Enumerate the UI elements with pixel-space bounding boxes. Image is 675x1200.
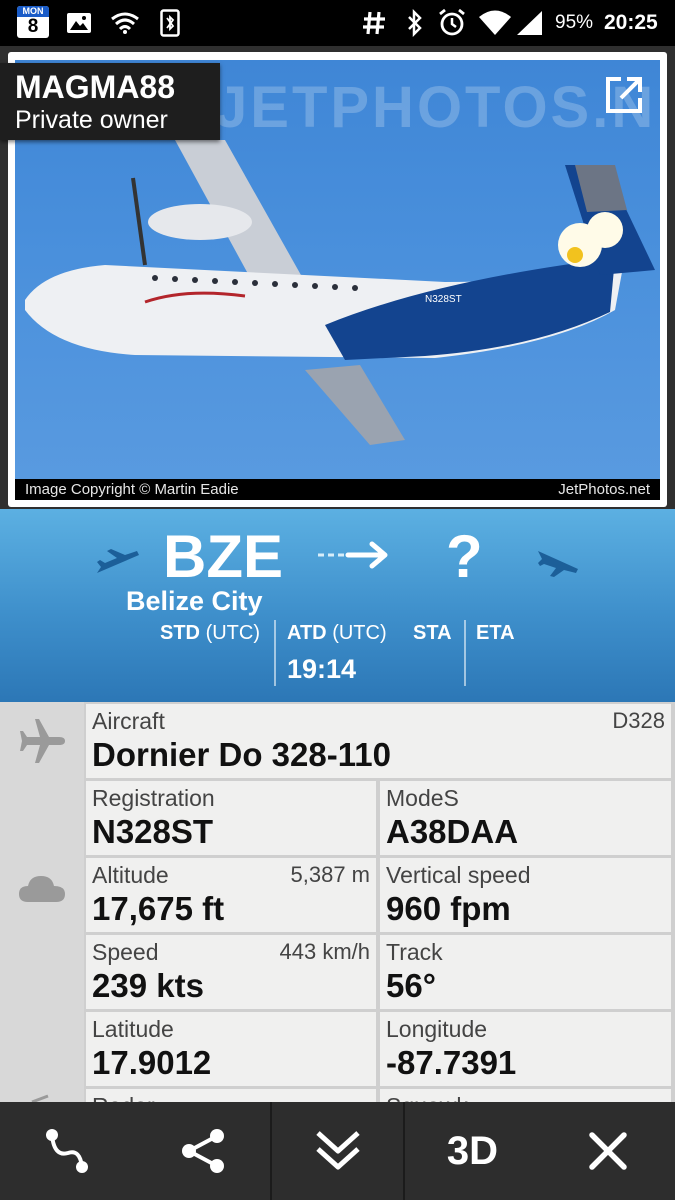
radar-icon [31,1094,49,1102]
registration-cell[interactable]: Registration N328ST [86,781,376,855]
route-arrow-icon [318,541,388,569]
svg-text:N328ST: N328ST [425,294,462,305]
squawk-label: Squawk [386,1093,468,1102]
callsign-badge: MAGMA88 Private owner [0,63,220,140]
bluetooth-icon [402,0,428,46]
image-icon [64,0,94,46]
route-banner: BZE ? Belize City STD (UTC) ATD (UTC) 19… [0,509,675,702]
expand-button[interactable] [272,1102,403,1200]
vertical-speed-value: 960 fpm [386,890,511,927]
atd-utc: (UTC) [332,622,387,644]
clock: 20:25 [604,11,658,34]
latitude-label: Latitude [92,1016,174,1042]
flight-details-panel[interactable]: Aircraft D328 Dornier Do 328-110 Registr… [0,702,675,1102]
radar-cell[interactable]: Radar [86,1089,376,1102]
share-button[interactable] [135,1102,270,1200]
altitude-metric: 5,387 m [290,862,371,887]
aircraft-cell[interactable]: Aircraft D328 Dornier Do 328-110 [86,704,671,778]
aircraft-label: Aircraft [92,708,165,734]
std-label-text: STD [160,622,200,644]
altitude-value: 17,675 ft [92,890,225,927]
vertical-speed-cell[interactable]: Vertical speed 960 fpm [380,858,671,932]
owner-label: Private owner [15,106,168,134]
longitude-cell[interactable]: Longitude -87.7391 [380,1012,671,1086]
aircraft-type-code: D328 [612,708,665,733]
open-external-icon[interactable] [603,74,645,116]
vertical-speed-label: Vertical speed [386,862,531,888]
details-icon-column [0,702,84,1102]
radar-label: Radar [92,1093,155,1102]
wifi-icon [108,0,142,46]
registration-label: Registration [92,785,215,811]
origin-airport-code[interactable]: BZE [163,522,283,591]
longitude-value: -87.7391 [386,1044,517,1081]
weather-cloud-icon [19,876,65,902]
speed-cell[interactable]: Speed 443 km/h 239 kts [86,935,376,1009]
speed-label: Speed [92,939,159,965]
battery-percent: 95% [555,12,594,33]
hash-icon [359,0,389,46]
aircraft-icon [20,719,65,763]
status-bar: MON 8 95% 20:25 [0,0,675,46]
cell-signal-icon [514,0,544,46]
std-utc: (UTC) [205,622,260,644]
sta-label: STA [413,622,452,644]
atd-label-text: ATD [287,622,327,644]
squawk-cell[interactable]: Squawk [380,1089,671,1102]
track-cell[interactable]: Track 56° [380,935,671,1009]
speed-value: 239 kts [92,967,204,1004]
eta-label: ETA [476,622,515,644]
longitude-label: Longitude [386,1016,488,1042]
latitude-cell[interactable]: Latitude 17.9012 [86,1012,376,1086]
view-3d-label: 3D [446,1128,499,1173]
calendar-day: 8 [27,16,39,37]
track-value: 56° [386,967,436,1004]
photo-source[interactable]: JetPhotos.net [558,479,650,500]
modes-value: A38DAA [386,813,519,850]
modes-label: ModeS [386,785,459,811]
altitude-cell[interactable]: Altitude 5,387 m 17,675 ft [86,858,376,932]
arrival-plane-icon [538,551,578,577]
wifi-signal-icon [477,0,513,46]
alarm-icon [436,0,468,46]
photo-copyright: Image Copyright © Martin Eadie [25,481,239,498]
bottom-toolbar: 3D [0,1102,675,1200]
bluetooth-file-icon [158,0,182,46]
origin-city: Belize City [126,586,263,616]
aircraft-value: Dornier Do 328-110 [92,736,391,773]
route-icon [45,1129,88,1173]
track-label: Track [386,939,443,965]
share-icon [181,1129,224,1173]
route-button[interactable] [0,1102,135,1200]
registration-value: N328ST [92,813,214,850]
divider [274,620,276,686]
close-button[interactable] [540,1102,675,1200]
departure-plane-icon [97,549,139,573]
atd-label: ATD (UTC) [287,622,387,645]
calendar-icon: MON 8 [17,6,49,38]
divider [464,620,466,686]
view-3d-button[interactable]: 3D [405,1102,540,1200]
atd-value: 19:14 [287,654,357,684]
altitude-label: Altitude [92,862,169,888]
photo-copyright-bar: Image Copyright © Martin Eadie JetPhotos… [15,479,660,500]
latitude-value: 17.9012 [92,1044,212,1081]
speed-metric: 443 km/h [279,939,371,964]
callsign: MAGMA88 [15,69,176,105]
destination-airport-code[interactable]: ? [446,522,483,591]
std-label: STD (UTC) [160,622,260,645]
modes-cell[interactable]: ModeS A38DAA [380,781,671,855]
double-chevron-down-icon [315,1131,360,1170]
close-icon [588,1132,627,1170]
